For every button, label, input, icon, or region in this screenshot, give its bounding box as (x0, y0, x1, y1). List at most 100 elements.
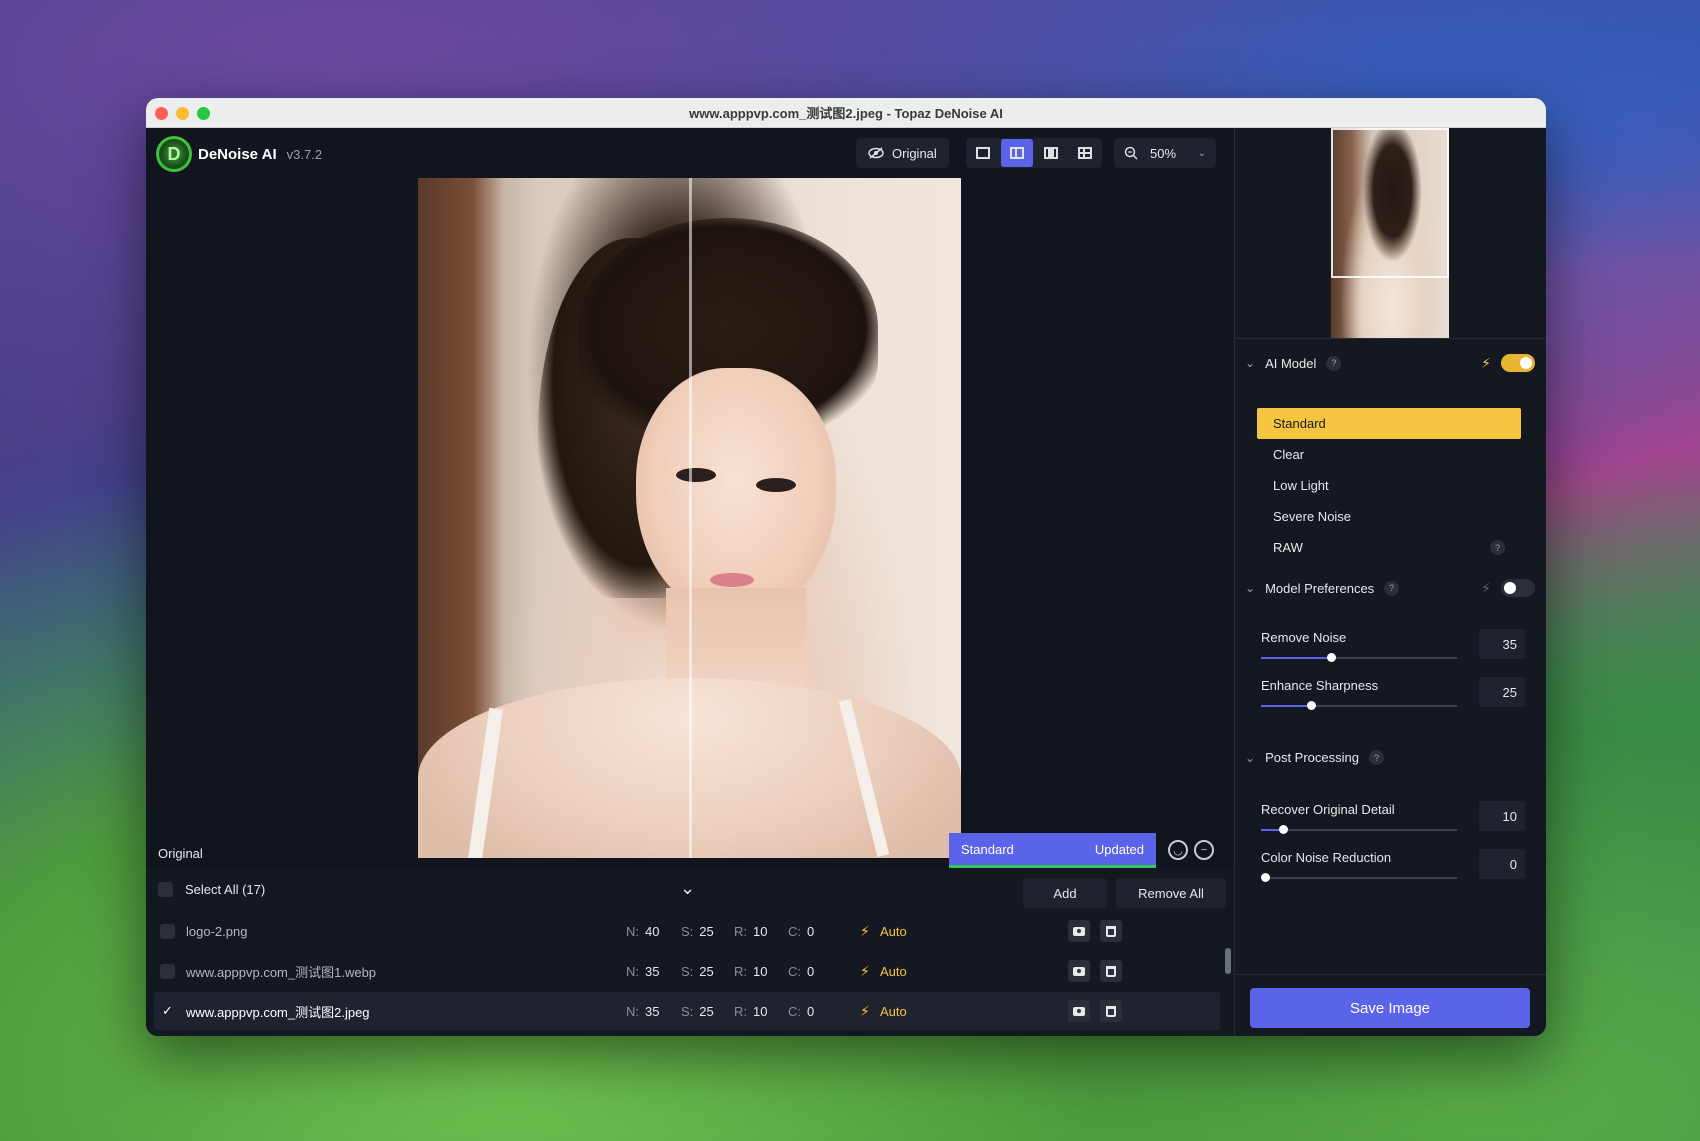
view-quad-button[interactable] (1069, 139, 1101, 167)
chevron-down-icon[interactable]: ⌄ (1245, 751, 1255, 765)
bolt-icon: ⚡ (860, 922, 870, 939)
divider (1235, 974, 1546, 975)
delete-file-button[interactable] (1100, 1000, 1122, 1022)
help-icon[interactable]: ? (1326, 355, 1342, 371)
slider-track[interactable] (1261, 701, 1457, 710)
slider-handle[interactable] (1327, 653, 1336, 662)
row-checkbox[interactable] (160, 963, 175, 979)
slider-handle[interactable] (1261, 873, 1270, 882)
settings-panel: ⌄ AI Model ? ⚡ Standard Clear Low Light … (1234, 128, 1546, 1036)
trash-icon (1106, 965, 1116, 977)
zoom-select[interactable]: 50% ⌄ (1114, 138, 1216, 168)
collapse-list-chevron-icon[interactable]: ⌄ (680, 878, 695, 899)
preview-model-name: Standard (961, 841, 1014, 857)
color-noise-label: Color Noise Reduction (1261, 850, 1392, 865)
auto-mode-label[interactable]: Auto (880, 1004, 907, 1019)
auto-mode-label[interactable]: Auto (880, 964, 907, 979)
preview-image[interactable] (418, 178, 961, 858)
file-row[interactable]: logo-2.png N: 40 S: 25 R: 10 C: 0 ⚡ Auto (154, 912, 1220, 950)
model-option-severe-noise[interactable]: Severe Noise (1257, 501, 1521, 532)
recover-detail-slider: Recover Original Detail 10 (1261, 801, 1525, 834)
slider-track[interactable] (1261, 873, 1457, 882)
sharpness-param: S: 25 (681, 1003, 714, 1019)
ai-model-auto-toggle[interactable] (1501, 354, 1535, 372)
quad-view-icon (1078, 147, 1092, 159)
recover-detail-value-input[interactable]: 10 (1479, 801, 1525, 831)
close-window-button[interactable] (155, 107, 168, 120)
row-checkbox[interactable] (160, 923, 175, 939)
slider-handle[interactable] (1279, 825, 1288, 834)
file-row[interactable]: www.apppvp.com_测试图1.webp N: 35 S: 25 R: 10 … (154, 952, 1220, 990)
remove-noise-value-input[interactable]: 35 (1479, 629, 1525, 659)
chevron-down-icon[interactable]: ⌄ (1245, 581, 1255, 595)
enhance-sharpness-slider: Enhance Sharpness 25 (1261, 677, 1525, 710)
save-image-button[interactable]: Save Image (1250, 988, 1530, 1028)
chevron-down-icon: ⌄ (1197, 147, 1206, 159)
color-noise-slider: Color Noise Reduction 0 (1261, 849, 1525, 882)
checkbox[interactable] (158, 882, 173, 897)
delete-file-button[interactable] (1100, 960, 1122, 982)
noise-param: N: 35 (626, 1003, 660, 1019)
add-button[interactable]: Add (1023, 878, 1107, 908)
post-processing-header[interactable]: ⌄ Post Processing ? (1245, 750, 1535, 765)
toggle-knob (1504, 582, 1516, 594)
minimize-window-button[interactable] (176, 107, 189, 120)
ai-model-header[interactable]: ⌄ AI Model ? ⚡ (1245, 354, 1535, 372)
file-name: www.apppvp.com_测试图1.webp (186, 964, 377, 980)
recover-param: R: 10 (734, 923, 768, 939)
auto-mode-label[interactable]: Auto (880, 924, 907, 939)
trash-icon (1106, 1005, 1116, 1017)
view-split-button[interactable] (1001, 139, 1033, 167)
eye-off-icon (868, 147, 884, 159)
image-eye-right (756, 478, 796, 492)
title-bar: www.apppvp.com_测试图2.jpeg - Topaz DeNoise… (146, 98, 1546, 128)
view-side-by-side-button[interactable] (1035, 139, 1067, 167)
model-option-raw[interactable]: RAW ? (1257, 532, 1521, 563)
slider-handle[interactable] (1307, 701, 1316, 710)
preview-file-button[interactable] (1068, 960, 1090, 982)
app-version: v3.7.2 (286, 146, 323, 162)
app-logo: D DeNoise AI v3.7.2 (156, 136, 322, 172)
model-option-low-light[interactable]: Low Light (1257, 470, 1521, 501)
help-icon[interactable]: ? (1490, 540, 1505, 555)
side-by-side-view-icon (1044, 147, 1058, 159)
recover-param: R: 10 (734, 963, 768, 979)
neutral-feedback-icon[interactable]: − (1194, 840, 1214, 860)
chevron-down-icon[interactable]: ⌄ (1245, 356, 1255, 370)
preview-file-button[interactable] (1068, 920, 1090, 942)
zoom-window-button[interactable] (197, 107, 210, 120)
slider-track[interactable] (1261, 825, 1457, 834)
file-list-header: Select All (17) ⌄ Add Remove All (146, 868, 1234, 912)
slider-track[interactable] (1261, 653, 1457, 662)
recover-param: R: 10 (734, 1003, 768, 1019)
model-preferences-auto-toggle[interactable] (1501, 579, 1535, 597)
model-option-clear[interactable]: Clear (1257, 439, 1521, 470)
enhance-sharpness-value-input[interactable]: 25 (1479, 677, 1525, 707)
file-name: logo-2.png (186, 923, 248, 939)
model-preferences-header[interactable]: ⌄ Model Preferences ? ⚡ (1245, 579, 1535, 597)
feedback-group: ◡ − (1168, 840, 1214, 860)
model-option-standard[interactable]: Standard (1257, 408, 1521, 439)
navigator-thumbnail[interactable] (1331, 128, 1449, 338)
remove-all-button[interactable]: Remove All (1116, 878, 1226, 908)
select-all-checkbox[interactable]: Select All (17) (158, 882, 265, 897)
show-original-button[interactable]: Original (856, 138, 949, 168)
divider (1235, 338, 1546, 339)
camera-icon (1073, 926, 1085, 936)
smile-feedback-icon[interactable]: ◡ (1168, 840, 1188, 860)
help-icon[interactable]: ? (1384, 580, 1400, 596)
file-list-scrollbar[interactable] (1225, 948, 1231, 974)
view-single-button[interactable] (967, 139, 999, 167)
model-preferences-controls: ⚡ (1481, 579, 1535, 597)
file-row-selected[interactable]: ✓ www.apppvp.com_测试图2.jpeg N: 35 S: 25 R: 1… (154, 992, 1220, 1030)
split-divider-handle[interactable] (689, 178, 692, 858)
color-noise-value-input[interactable]: 0 (1479, 849, 1525, 879)
help-icon[interactable]: ? (1369, 750, 1384, 765)
ai-model-controls: ⚡ (1481, 354, 1535, 372)
check-icon[interactable]: ✓ (162, 1003, 176, 1019)
delete-file-button[interactable] (1100, 920, 1122, 942)
navigator-viewport-frame[interactable] (1331, 128, 1449, 278)
preview-file-button[interactable] (1068, 1000, 1090, 1022)
slider-fill (1261, 705, 1311, 707)
single-view-icon (976, 147, 990, 159)
